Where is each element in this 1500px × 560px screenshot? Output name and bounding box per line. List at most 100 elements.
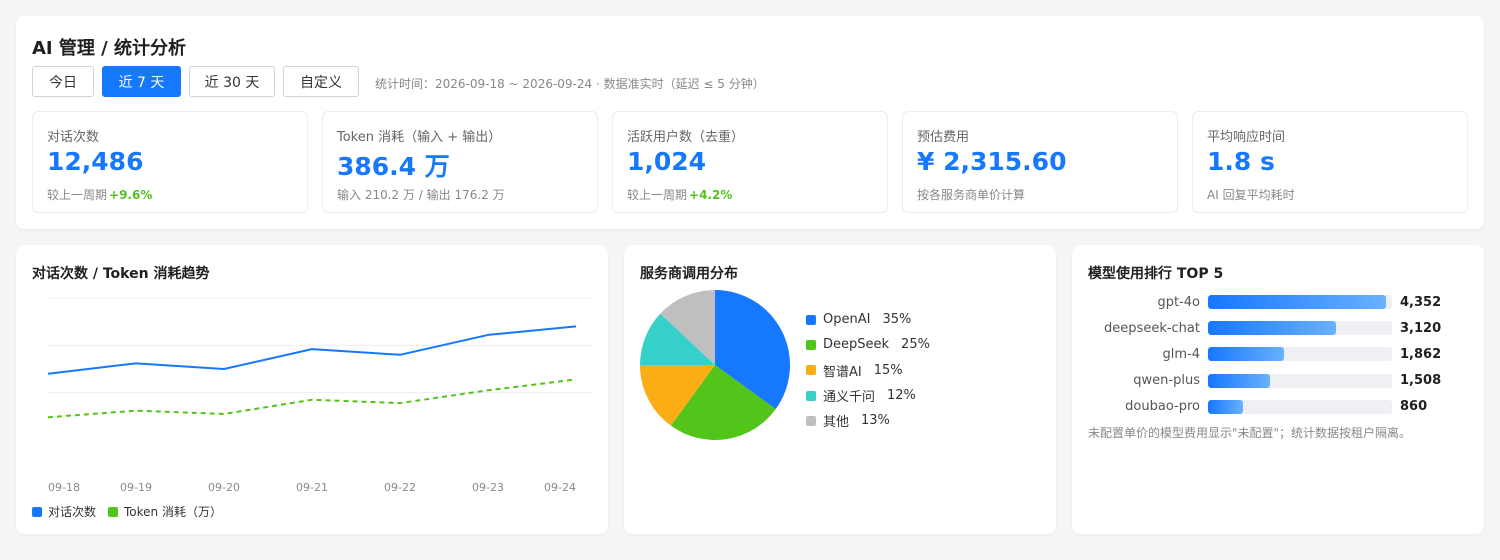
- rank-model-name: deepseek-chat: [1104, 320, 1200, 336]
- overview-card: AI 管理 / 统计分析 今日 近 7 天 近 30 天 自定义 统计时间：20…: [16, 16, 1484, 229]
- rank-bar-track: [1208, 373, 1392, 388]
- conversation-series-line: [47, 325, 577, 375]
- rank-value: 3,120: [1400, 320, 1442, 336]
- rank-bar: [1208, 295, 1386, 310]
- kpi-estimated-cost: 预估费用 ¥ 2,315.60 按各服务商单价计算: [902, 111, 1178, 213]
- kpi-label: 平均响应时间: [1207, 130, 1286, 145]
- legend-swatch: [806, 415, 816, 426]
- x-tick-label: 09-23: [472, 481, 504, 494]
- pie-legend-label: DeepSeek: [823, 337, 890, 353]
- rank-bar-track: [1208, 399, 1392, 414]
- kpi-value: 386.4 万: [337, 152, 450, 181]
- legend-swatch: [806, 314, 816, 325]
- kpi-sub: 较上一周期 +9.6%: [47, 186, 152, 203]
- x-tick-label: 09-18: [48, 481, 80, 494]
- trend-line-chart: 09-18 09-19 09-20 09-21 09-22 09-23 09-24: [47, 297, 592, 494]
- kpi-conversations: 对话次数 12,486 较上一周期 +9.6%: [32, 111, 308, 213]
- legend-swatch: [806, 365, 816, 376]
- pie-legend-label: 其他: [823, 415, 850, 431]
- x-tick-label: 09-19: [120, 481, 152, 494]
- pie-legend-percent: 35%: [882, 312, 912, 328]
- kpi-change: +9.6%: [109, 188, 153, 202]
- rank-title: 模型使用排行 TOP 5: [1088, 266, 1224, 282]
- x-tick-label: 09-21: [296, 481, 328, 494]
- kpi-label: Token 消耗（输入 + 输出）: [337, 130, 502, 145]
- pie-legend-item: 其他 13%: [806, 408, 930, 433]
- rank-row: qwen-plus 1,508: [1088, 368, 1468, 394]
- kpi-label: 对话次数: [47, 130, 100, 145]
- pie-legend-item: DeepSeek 25%: [806, 332, 930, 357]
- pie-legend-label: 智谱AI: [823, 364, 862, 380]
- pie-title: 服务商调用分布: [640, 266, 738, 282]
- kpi-sub: 按各服务商单价计算: [917, 188, 1026, 202]
- x-tick-label: 09-24: [544, 481, 576, 494]
- rank-model-name: gpt-4o: [1157, 294, 1200, 310]
- pie-legend-item: 通义千问 12%: [806, 383, 930, 408]
- rank-row: glm-4 1,862: [1088, 341, 1468, 367]
- kpi-value: 1.8 s: [1207, 147, 1275, 176]
- rank-value: 4,352: [1400, 294, 1442, 310]
- legend-swatch: [108, 506, 119, 517]
- pie-legend-percent: 15%: [873, 362, 903, 378]
- rank-bar: [1208, 373, 1270, 388]
- pie-legend-item: 智谱AI 15%: [806, 358, 930, 383]
- kpi-label: 活跃用户数（去重）: [627, 130, 745, 145]
- trend-legend: 对话次数 Token 消耗（万）: [32, 503, 234, 520]
- rank-list: gpt-4o 4,352 deepseek-chat 3,120 glm-4 1,862 q…: [1088, 289, 1468, 420]
- rank-bar-track: [1208, 321, 1392, 336]
- pie-legend-percent: 12%: [887, 388, 916, 404]
- kpi-tokens: Token 消耗（输入 + 输出） 386.4 万 输入 210.2 万 / 输…: [322, 111, 598, 213]
- rank-bar-track: [1208, 347, 1392, 362]
- pie-legend-label: OpenAI: [823, 312, 871, 328]
- page-title: AI 管理 / 统计分析: [32, 38, 187, 59]
- legend-swatch: [806, 390, 816, 401]
- pie-legend-label: 通义千问: [823, 390, 876, 406]
- legend-entry-tokens: Token 消耗（万）: [108, 503, 222, 520]
- pie-legend-percent: 25%: [901, 337, 930, 353]
- rank-row: deepseek-chat 3,120: [1088, 315, 1468, 341]
- rank-value: 1,508: [1400, 373, 1442, 389]
- rank-row: doubao-pro 860: [1088, 394, 1468, 420]
- rank-bar: [1208, 321, 1336, 336]
- range-today-button[interactable]: 今日: [32, 66, 94, 97]
- trend-title: 对话次数 / Token 消耗趋势: [32, 266, 210, 282]
- kpi-value: 1,024: [627, 147, 707, 176]
- kpi-sub: 输入 210.2 万 / 输出 176.2 万: [337, 188, 505, 202]
- rank-bar: [1208, 399, 1244, 414]
- rank-note: 未配置单价的模型费用显示"未配置"；统计数据按租户隔离。: [1088, 426, 1412, 440]
- x-tick-label: 09-22: [384, 481, 416, 494]
- rank-model-name: qwen-plus: [1133, 373, 1200, 389]
- legend-label: 对话次数: [48, 505, 97, 519]
- kpi-change: +4.2%: [689, 188, 733, 202]
- range-note: 统计时间：2026-09-18 ~ 2026-09-24 · 数据准实时（延迟 …: [375, 77, 765, 91]
- rank-bar-track: [1208, 295, 1392, 310]
- rank-model-name: doubao-pro: [1125, 399, 1200, 415]
- x-tick-label: 09-20: [208, 481, 240, 494]
- pie-legend: OpenAI 35% DeepSeek 25% 智谱AI 15% 通义千问 12% 其他 13%: [806, 307, 930, 433]
- rank-model-name: glm-4: [1162, 346, 1201, 362]
- provider-pie-chart: [640, 290, 790, 440]
- range-custom-button[interactable]: 自定义: [283, 66, 359, 97]
- kpi-active-users: 活跃用户数（去重） 1,024 较上一周期 +4.2%: [612, 111, 888, 213]
- range-30d-button[interactable]: 近 30 天: [189, 66, 275, 97]
- kpi-sub: AI 回复平均耗时: [1207, 188, 1295, 202]
- rank-row: gpt-4o 4,352: [1088, 289, 1468, 315]
- rank-value: 1,862: [1400, 346, 1442, 362]
- range-7d-button[interactable]: 近 7 天: [102, 66, 181, 97]
- token-series-line: [47, 378, 577, 419]
- kpi-label: 预估费用: [917, 130, 970, 145]
- trend-card: 09-18 09-19 09-20 09-21 09-22 09-23 09-24 对话次数…: [16, 245, 608, 534]
- pie-legend-percent: 13%: [861, 413, 890, 429]
- legend-label: Token 消耗（万）: [124, 505, 222, 519]
- rank-card: 模型使用排行 TOP 5 gpt-4o 4,352 deepseek-chat 3,1…: [1072, 245, 1484, 534]
- kpi-sub-text: 较上一周期: [47, 188, 108, 202]
- kpi-avg-response: 平均响应时间 1.8 s AI 回复平均耗时: [1192, 111, 1468, 213]
- rank-value: 860: [1400, 399, 1428, 415]
- pie-legend-item: OpenAI 35%: [806, 307, 930, 332]
- rank-bar: [1208, 347, 1285, 362]
- legend-swatch: [806, 339, 816, 350]
- kpi-value: ¥ 2,315.60: [917, 147, 1067, 176]
- kpi-sub-text: 较上一周期: [627, 188, 688, 202]
- pie-card: 服务商调用分布 OpenAI 35% DeepSeek 25% 智谱AI 15% 通义千问 1…: [624, 245, 1056, 534]
- legend-swatch: [32, 506, 42, 517]
